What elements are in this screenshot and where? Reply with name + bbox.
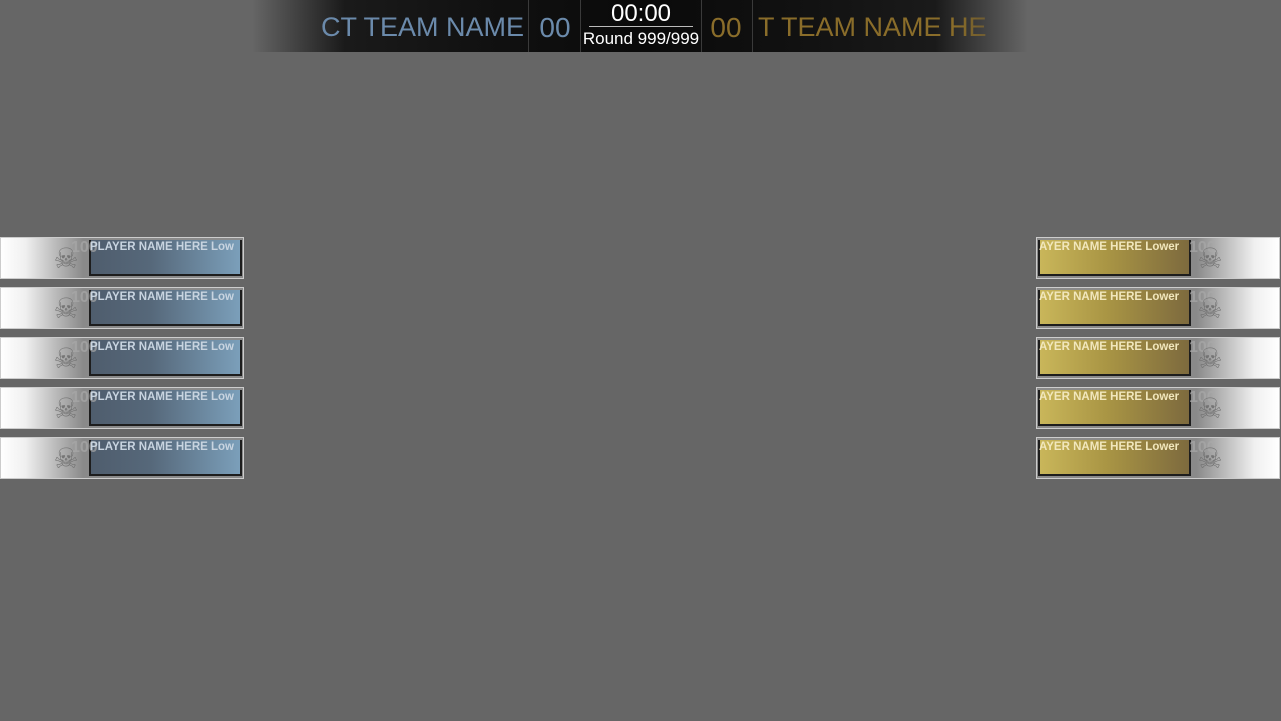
skull-icon: ☠ — [53, 443, 79, 474]
ct-player-card: 100 ☠ PLAYER NAME HERE Low — [0, 287, 244, 329]
player-name: AYER NAME HERE Lower — [1039, 391, 1180, 403]
ct-team-name: CT TEAM NAME — [320, 12, 524, 42]
skull-icon: ☠ — [53, 343, 79, 374]
player-name: PLAYER NAME HERE Low — [90, 341, 234, 353]
player-name: PLAYER NAME HERE Low — [90, 291, 234, 303]
skull-icon: ☠ — [1197, 343, 1223, 374]
player-name: AYER NAME HERE Lower — [1039, 241, 1180, 253]
round-timer: 00:00 — [589, 0, 693, 27]
skull-icon: ☠ — [1197, 293, 1223, 324]
round-info: 00:00 Round 999/999 — [580, 0, 702, 52]
ct-score: 00 — [528, 0, 581, 52]
ct-player-card: 100 ☠ PLAYER NAME HERE Low — [0, 437, 244, 479]
skull-icon: ☠ — [1197, 443, 1223, 474]
t-score: 00 — [700, 0, 753, 52]
t-player-list: 100 ☠ AYER NAME HERE Lower 100 ☠ AYER NA… — [1036, 237, 1280, 487]
t-player-card: 100 ☠ AYER NAME HERE Lower — [1036, 287, 1280, 329]
player-name: PLAYER NAME HERE Low — [90, 241, 234, 253]
skull-icon: ☠ — [53, 243, 79, 274]
t-player-card: 100 ☠ AYER NAME HERE Lower — [1036, 337, 1280, 379]
round-counter: Round 999/999 — [582, 29, 700, 48]
ct-player-card: 100 ☠ PLAYER NAME HERE Low — [0, 387, 244, 429]
ct-player-card: 100 ☠ PLAYER NAME HERE Low — [0, 237, 244, 279]
player-name: AYER NAME HERE Lower — [1039, 341, 1180, 353]
t-player-card: 100 ☠ AYER NAME HERE Lower — [1036, 437, 1280, 479]
player-name: PLAYER NAME HERE Low — [90, 391, 234, 403]
player-name: PLAYER NAME HERE Low — [90, 441, 234, 453]
t-player-card: 100 ☠ AYER NAME HERE Lower — [1036, 387, 1280, 429]
ct-player-card: 100 ☠ PLAYER NAME HERE Low — [0, 337, 244, 379]
scoreboard: CT TEAM NAME 00 00:00 Round 999/999 00 T… — [252, 0, 1028, 52]
t-team-name: T TEAM NAME HE — [758, 12, 987, 42]
player-name: AYER NAME HERE Lower — [1039, 441, 1180, 453]
skull-icon: ☠ — [53, 293, 79, 324]
skull-icon: ☠ — [1197, 243, 1223, 274]
skull-icon: ☠ — [53, 393, 79, 424]
skull-icon: ☠ — [1197, 393, 1223, 424]
ct-player-list: 100 ☠ PLAYER NAME HERE Low 100 ☠ PLAYER … — [0, 237, 244, 487]
player-name: AYER NAME HERE Lower — [1039, 291, 1180, 303]
t-player-card: 100 ☠ AYER NAME HERE Lower — [1036, 237, 1280, 279]
